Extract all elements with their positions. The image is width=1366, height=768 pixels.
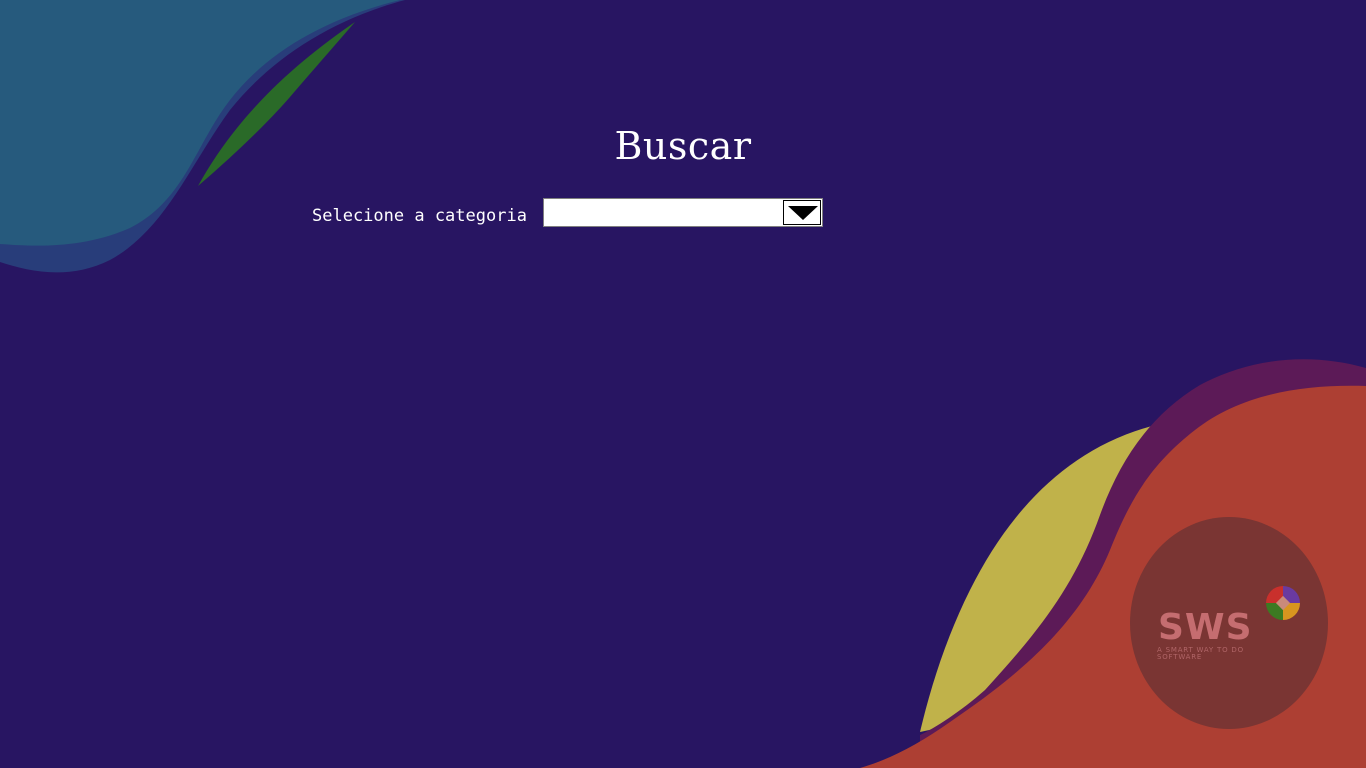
- category-label: Selecione a categoria: [312, 206, 527, 226]
- dropdown-button[interactable]: [783, 200, 821, 225]
- category-select[interactable]: [543, 198, 823, 227]
- triangle-down-icon: [788, 206, 818, 220]
- logo-name: SWS: [1158, 607, 1253, 648]
- logo-tagline: A SMART WAY TO DO SOFTWARE: [1157, 646, 1244, 661]
- sws-logo: SWS A SMART WAY TO DO SOFTWARE: [1130, 518, 1328, 729]
- search-screen: Buscar Selecione a categoria SWS A SMART…: [0, 0, 1366, 768]
- page-title: Buscar: [614, 124, 752, 168]
- logo-emblem-icon: [1266, 586, 1300, 620]
